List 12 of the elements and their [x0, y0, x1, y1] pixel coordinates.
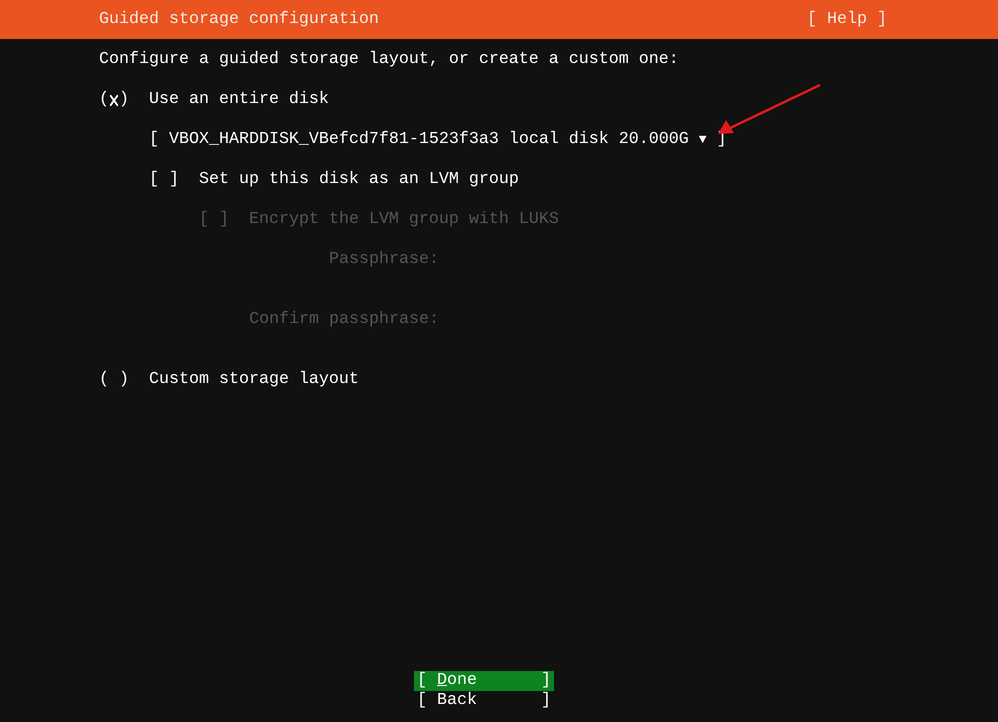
radio-button[interactable]: ( ) [99, 90, 129, 110]
screen-title: Guided storage configuration [99, 10, 379, 30]
menu-button[interactable]: [ Done ] [414, 671, 554, 691]
checkbox[interactable]: [ ] [149, 170, 179, 190]
menu-button[interactable]: [ Back ] [414, 691, 554, 711]
field-label: Confirm passphrase: [248, 310, 439, 330]
intro-text: Configure a guided storage layout, or create a custom one: [99, 50, 680, 70]
option-label[interactable]: Use an entire disk [149, 90, 329, 110]
radio-button[interactable]: ( ) [99, 370, 129, 390]
option-label[interactable]: Custom storage layout [149, 370, 359, 390]
checkbox-label[interactable]: Set up this disk as an LVM group [199, 170, 519, 190]
field-label: Passphrase: [328, 250, 439, 270]
